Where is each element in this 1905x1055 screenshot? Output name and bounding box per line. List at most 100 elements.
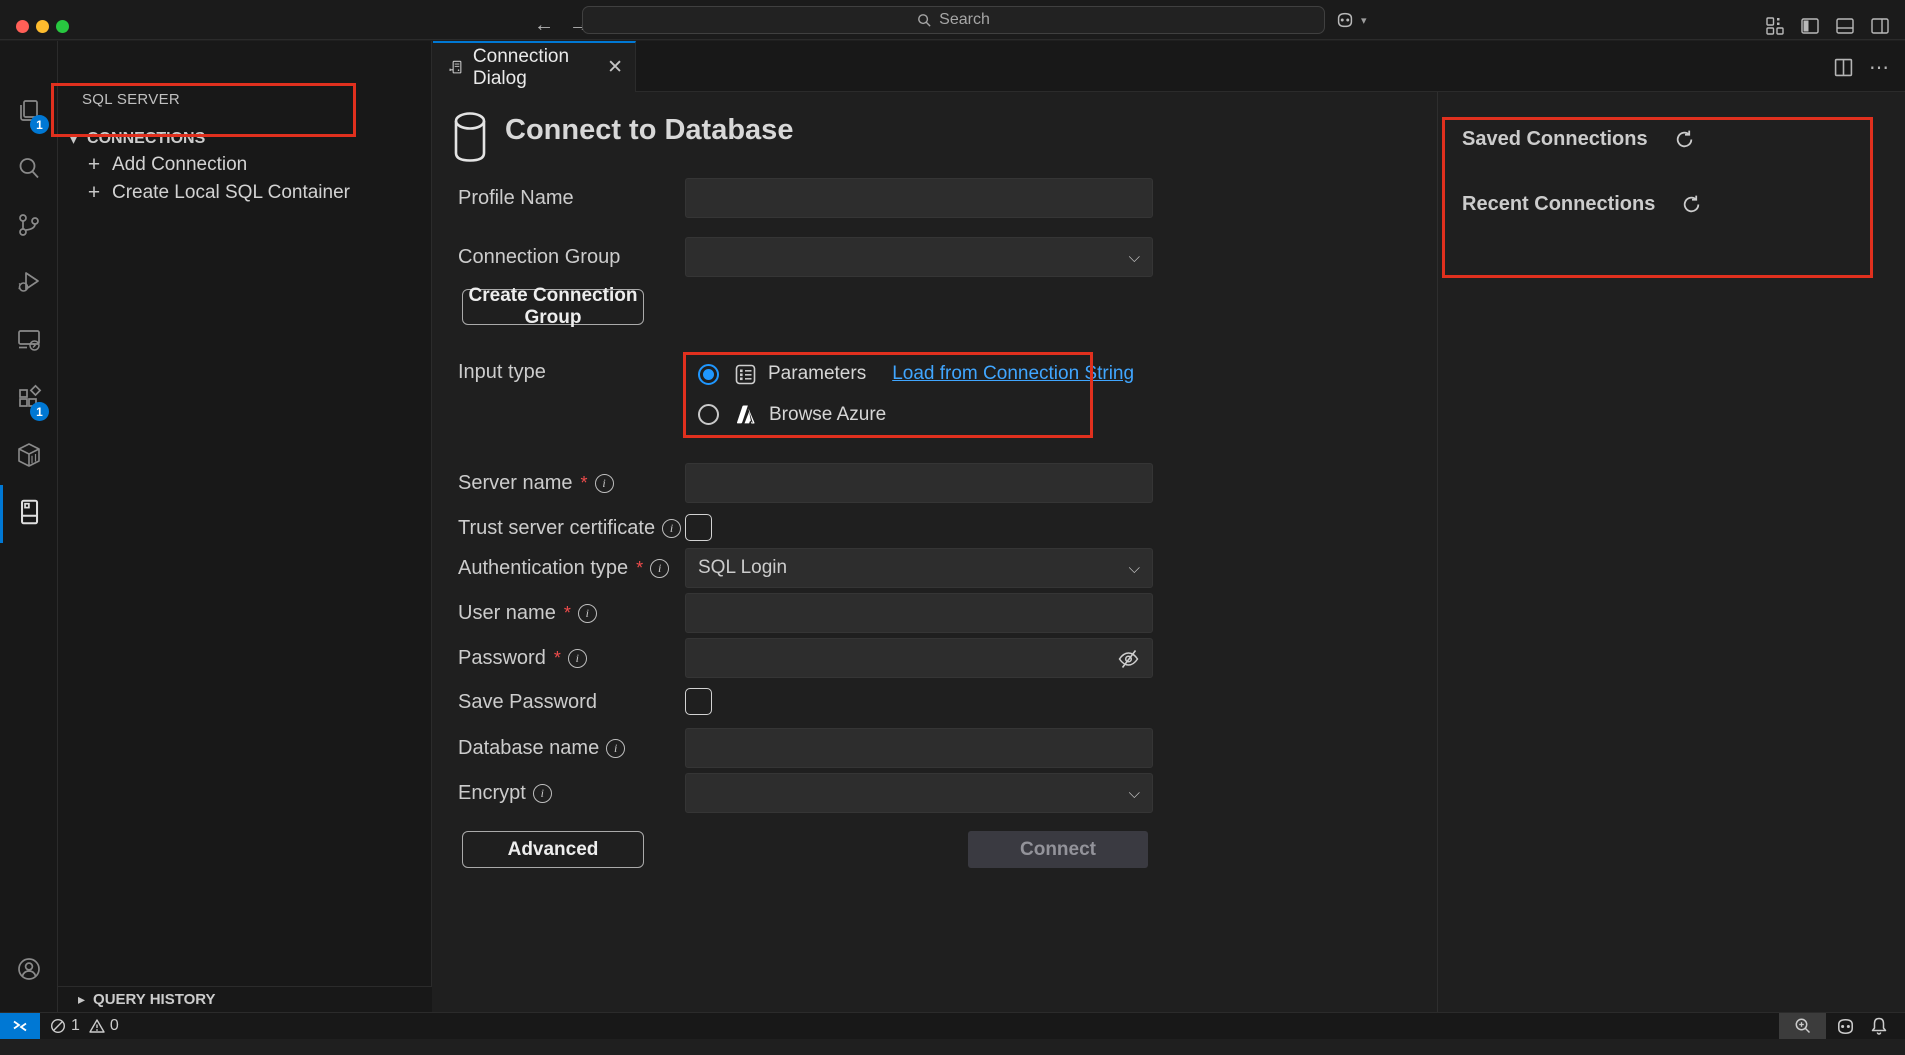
info-icon[interactable]: i <box>662 519 681 538</box>
authentication-type-select[interactable]: SQL Login⌵ <box>685 548 1153 588</box>
toggle-panel-icon[interactable] <box>1836 17 1854 35</box>
problems-status[interactable]: 1 0 <box>50 1017 119 1035</box>
toggle-secondary-sidebar-icon[interactable] <box>1871 17 1889 35</box>
sidebar-item-add-connection[interactable]: + Add Connection <box>86 151 426 179</box>
info-icon[interactable]: i <box>578 604 597 623</box>
password-label: Password*i <box>458 644 587 672</box>
chevron-down-icon: ⌵ <box>1129 785 1140 802</box>
sidebar-item-containers[interactable] <box>0 427 58 483</box>
chevron-right-icon: ▸ <box>78 991 85 1008</box>
plus-icon: + <box>86 181 102 205</box>
save-password-label: Save Password <box>458 688 597 716</box>
zoom-in-icon <box>1794 1017 1812 1035</box>
input-type-browse-azure-option[interactable]: Browse Azure <box>698 403 886 426</box>
query-history-section-header[interactable]: ▸ QUERY HISTORY <box>58 986 432 1012</box>
status-bar: 1 0 <box>0 1012 1905 1039</box>
sidebar-item-sql-server[interactable] <box>0 484 58 540</box>
notifications-bell-icon[interactable] <box>1869 1016 1889 1036</box>
active-view-indicator <box>0 485 3 543</box>
warnings-count: 0 <box>110 1017 119 1035</box>
errors-icon <box>50 1018 66 1034</box>
editor-group-actions: ⋯ <box>1834 55 1891 80</box>
chevron-down-icon: ⌵ <box>1129 560 1140 577</box>
refresh-icon[interactable] <box>1674 129 1695 150</box>
copilot-icon <box>1334 9 1356 31</box>
command-center-search[interactable]: Search <box>582 6 1325 34</box>
sidebar-item-create-local-sql-container[interactable]: + Create Local SQL Container <box>86 179 426 207</box>
recent-connections-header: Recent Connections <box>1462 193 1702 216</box>
more-actions-icon[interactable]: ⋯ <box>1869 55 1891 80</box>
errors-count: 1 <box>71 1017 80 1035</box>
tab-connection-dialog[interactable]: Connection Dialog ✕ <box>433 41 636 92</box>
saved-connections-header: Saved Connections <box>1462 128 1695 151</box>
chevron-down-icon: ▾ <box>1361 14 1367 27</box>
encrypt-label: Encrypti <box>458 779 552 807</box>
sidebar-title: SQL SERVER <box>82 91 180 108</box>
info-icon[interactable]: i <box>595 474 614 493</box>
auth-type-label: Authentication type*i <box>458 554 669 582</box>
accounts-button[interactable] <box>0 941 58 997</box>
chevron-down-icon: ⌵ <box>1129 249 1140 266</box>
info-icon[interactable]: i <box>606 739 625 758</box>
sidebar-item-source-control[interactable] <box>0 197 58 253</box>
customize-layout-icon[interactable] <box>1766 17 1784 35</box>
input-type-label: Input type <box>458 358 546 386</box>
maximize-window-button[interactable] <box>56 20 69 33</box>
connection-group-select[interactable]: ⌵ <box>685 237 1153 277</box>
database-name-label: Database namei <box>458 734 625 762</box>
info-icon[interactable]: i <box>533 784 552 803</box>
refresh-icon[interactable] <box>1681 194 1702 215</box>
database-icon <box>450 110 490 164</box>
password-reveal-off-icon[interactable] <box>1116 646 1141 671</box>
server-name-input[interactable] <box>685 463 1153 503</box>
user-name-input[interactable] <box>685 593 1153 633</box>
remote-indicator[interactable] <box>0 1013 40 1039</box>
toggle-primary-sidebar-icon[interactable] <box>1801 17 1819 35</box>
run-debug-icon <box>15 268 43 296</box>
connections-section-header[interactable]: ▾ CONNECTIONS <box>70 125 420 153</box>
minimize-window-button[interactable] <box>36 20 49 33</box>
close-window-button[interactable] <box>16 20 29 33</box>
zoom-status-item[interactable] <box>1779 1013 1826 1039</box>
info-icon[interactable]: i <box>568 649 587 668</box>
account-icon <box>15 955 43 983</box>
sidebar-item-search[interactable] <box>0 140 58 196</box>
split-editor-icon[interactable] <box>1834 58 1853 77</box>
sidebar-sql-server: SQL SERVER ⋯ ▾ CONNECTIONS + Add Connect… <box>58 41 432 1012</box>
save-password-checkbox[interactable] <box>685 688 712 715</box>
create-connection-group-button[interactable]: Create Connection Group <box>462 289 644 325</box>
connection-group-label: Connection Group <box>458 243 620 271</box>
input-type-parameters-option[interactable]: Parameters Load from Connection String <box>698 363 1134 385</box>
database-name-input[interactable] <box>685 728 1153 768</box>
remote-explorer-icon <box>15 326 43 354</box>
load-from-connection-string-link[interactable]: Load from Connection String <box>892 363 1134 385</box>
mssql-tab-icon <box>447 57 464 78</box>
info-icon[interactable]: i <box>650 559 669 578</box>
parameters-icon <box>735 364 756 385</box>
user-name-label: User name*i <box>458 599 597 627</box>
copilot-status-icon[interactable] <box>1834 1015 1857 1038</box>
title-bar: ← → Search ▾ <box>0 0 1905 40</box>
remote-icon <box>11 1018 29 1034</box>
chevron-down-icon: ▾ <box>70 131 77 148</box>
explorer-badge: 1 <box>30 115 49 134</box>
back-arrow-icon[interactable]: ← <box>534 15 554 35</box>
connect-button[interactable]: Connect <box>968 831 1148 868</box>
sidebar-item-extensions[interactable]: 1 <box>0 370 58 426</box>
sidebar-item-explorer[interactable]: 1 <box>0 83 58 139</box>
page-title: Connect to Database <box>505 114 793 147</box>
sidebar-item-run-debug[interactable] <box>0 254 58 310</box>
radio-unselected-icon[interactable] <box>698 404 719 425</box>
copilot-menu[interactable]: ▾ <box>1334 9 1367 31</box>
container-icon <box>15 441 43 469</box>
advanced-button[interactable]: Advanced <box>462 831 644 868</box>
sidebar-item-remote-explorer[interactable] <box>0 312 58 368</box>
password-input[interactable] <box>685 638 1153 678</box>
radio-selected-icon[interactable] <box>698 364 719 385</box>
warnings-icon <box>89 1018 105 1034</box>
profile-name-input[interactable] <box>685 178 1153 218</box>
trust-server-certificate-checkbox[interactable] <box>685 514 712 541</box>
close-tab-icon[interactable]: ✕ <box>607 56 623 79</box>
encrypt-select[interactable]: ⌵ <box>685 773 1153 813</box>
sql-server-icon <box>14 497 44 527</box>
